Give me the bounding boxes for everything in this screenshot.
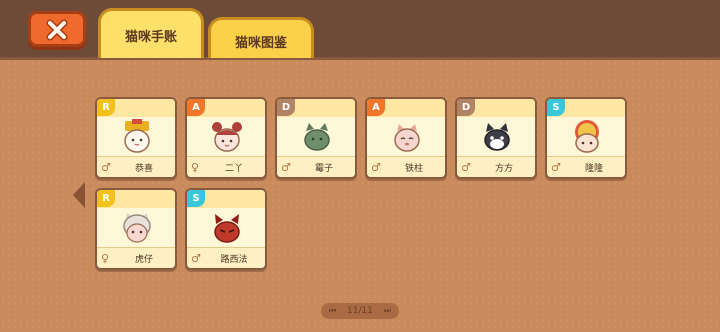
tab-cat-encyclopedia-label: 猫咪图鉴	[234, 36, 287, 51]
rank-badge: D	[457, 99, 475, 116]
cat-card[interactable]: R ♀ 虎仔	[95, 188, 177, 270]
gender-icon: ♂	[551, 161, 561, 174]
cat-card[interactable]: S ♂ 路西法	[185, 188, 267, 270]
tab-cat-encyclopedia[interactable]: 猫咪图鉴	[208, 17, 314, 58]
gender-icon: ♂	[281, 161, 291, 174]
gender-icon: ♀	[101, 252, 110, 265]
cat-name: 铁柱	[404, 164, 423, 174]
rank-badge: A	[187, 99, 205, 116]
tab-cat-journal-label: 猫咪手账	[124, 30, 177, 45]
cat-card[interactable]: S ♂ 隆隆	[545, 97, 627, 179]
close-button[interactable]	[28, 11, 86, 47]
cat-name: 隆隆	[584, 164, 603, 174]
gender-icon: ♂	[101, 161, 111, 174]
cat-card[interactable]: A ♂ 铁柱	[365, 97, 447, 179]
cat-emperor-icon	[124, 119, 150, 153]
cat-pink-icon	[394, 124, 420, 152]
cat-card[interactable]: D ♂ 方方	[455, 97, 537, 179]
rank-badge: R	[97, 190, 115, 207]
cat-name: 路西法	[220, 255, 248, 265]
rank-badge: S	[187, 190, 205, 207]
cat-name: 二丫	[224, 164, 243, 174]
last-page-icon[interactable]: ⏭	[384, 303, 391, 319]
cat-card[interactable]: D ♂ 霉子	[275, 97, 357, 179]
cat-name: 虎仔	[134, 255, 153, 265]
cat-name: 霉子	[314, 164, 333, 174]
rank-badge: D	[277, 99, 295, 116]
tab-cat-journal[interactable]: 猫咪手账	[98, 8, 204, 58]
prev-page-arrow-icon[interactable]	[72, 181, 86, 209]
cat-portrait	[547, 117, 625, 159]
pagination: ⏮ 11/11 ⏭	[321, 303, 399, 319]
cat-lion-dance-icon	[575, 120, 599, 153]
cat-name: 方方	[494, 164, 513, 174]
cat-card[interactable]: A ♀ 二丫	[185, 97, 267, 179]
cat-portrait	[277, 117, 355, 159]
cat-girl-buns-icon	[212, 122, 242, 152]
cat-portrait	[187, 117, 265, 159]
gender-icon: ♂	[191, 252, 201, 265]
cat-portrait	[97, 117, 175, 159]
cat-tiger-hood-icon	[123, 213, 151, 243]
page-indicator: 11/11	[347, 306, 373, 316]
cat-portrait	[97, 208, 175, 250]
close-icon	[46, 19, 68, 41]
rank-badge: S	[547, 99, 565, 116]
cat-name: 恭喜	[134, 164, 153, 174]
cat-card[interactable]: R ♂ 恭喜	[95, 97, 177, 179]
first-page-icon[interactable]: ⏮	[329, 303, 336, 319]
rank-badge: R	[97, 99, 115, 116]
cat-portrait	[457, 117, 535, 159]
gender-icon: ♂	[461, 161, 471, 174]
gender-icon: ♂	[371, 161, 381, 174]
cat-tuxedo-icon	[484, 123, 510, 151]
cat-portrait	[187, 208, 265, 250]
cat-green-icon	[304, 123, 330, 151]
rank-badge: A	[367, 99, 385, 116]
cat-devil-icon	[214, 214, 240, 243]
gender-icon: ♀	[191, 161, 200, 174]
cat-portrait	[367, 117, 445, 159]
